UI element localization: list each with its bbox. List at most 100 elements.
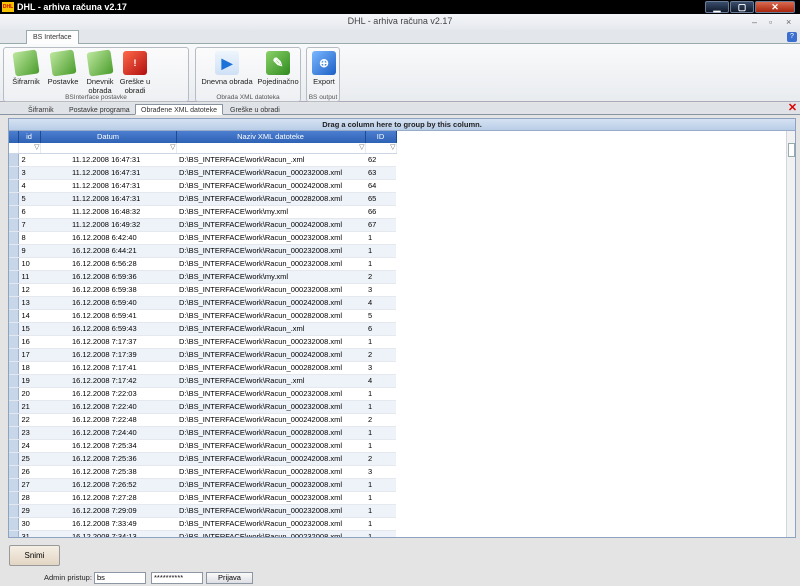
row-selector[interactable] [9,192,19,206]
cell-naziv[interactable]: D:\BS_INTERFACE\work\Racun_000282008.xml [176,361,365,375]
cell-naziv[interactable]: D:\BS_INTERFACE\work\Racun_000232008.xml [176,530,365,537]
cell-naziv[interactable]: D:\BS_INTERFACE\work\Racun_000232008.xml [176,166,365,180]
row-selector[interactable] [9,309,19,323]
cell-datum[interactable]: 11.12.2008 16:48:32 [40,205,176,219]
cell-id2[interactable]: 66 [365,205,396,219]
column-header-datum[interactable]: Datum [40,131,177,143]
table-row[interactable]: 4 11.12.2008 16:47:31 D:\BS_INTERFACE\work… [9,179,396,193]
cell-naziv[interactable]: D:\BS_INTERFACE\work\Racun_000232008.xml [176,439,365,453]
table-row[interactable]: 25 16.12.2008 7:25:36 D:\BS_INTERFACE\work… [9,452,396,466]
cell-datum[interactable]: 11.12.2008 16:47:31 [40,179,176,193]
cell-id[interactable]: 4 [18,179,40,193]
ribbon-minimize-icon[interactable]: – [752,17,757,27]
table-row[interactable]: 26 16.12.2008 7:25:38 D:\BS_INTERFACE\work… [9,465,396,479]
tab-obradjene-xml[interactable]: Obrađene XML datoteke [135,104,224,115]
cell-id2[interactable]: 1 [365,231,396,245]
cell-id2[interactable]: 3 [365,361,396,375]
filter-icon[interactable]: ▽ [18,143,41,154]
cell-datum[interactable]: 16.12.2008 6:59:41 [40,309,176,323]
cell-naziv[interactable]: D:\BS_INTERFACE\work\Racun_.xml [176,322,365,336]
row-selector[interactable] [9,257,19,271]
row-selector[interactable] [9,413,19,427]
row-selector[interactable] [9,530,19,537]
cell-id2[interactable]: 1 [365,387,396,401]
tab-postavke-programa[interactable]: Postavke programa [63,104,136,115]
scroll-thumb[interactable] [788,143,795,157]
cell-id2[interactable]: 1 [365,244,396,258]
table-row[interactable]: 17 16.12.2008 7:17:39 D:\BS_INTERFACE\work… [9,348,396,362]
row-selector[interactable] [9,231,19,245]
table-row[interactable]: 19 16.12.2008 7:17:42 D:\BS_INTERFACE\work… [9,374,396,388]
cell-id[interactable]: 10 [18,257,40,271]
cell-id[interactable]: 26 [18,465,40,479]
cell-id[interactable]: 24 [18,439,40,453]
cell-id2[interactable]: 1 [365,335,396,349]
row-selector[interactable] [9,244,19,258]
filter-icon[interactable]: ▽ [40,143,177,154]
cell-id2[interactable]: 1 [365,478,396,492]
group-by-area[interactable]: Drag a column here to group by this colu… [9,119,795,131]
help-icon[interactable]: ? [787,32,797,42]
cell-id[interactable]: 3 [18,166,40,180]
cell-id2[interactable]: 2 [365,348,396,362]
column-header-naziv[interactable]: Naziv XML datoteke [176,131,366,143]
cell-id2[interactable]: 63 [365,166,396,180]
cell-datum[interactable]: 16.12.2008 6:42:40 [40,231,176,245]
cell-datum[interactable]: 11.12.2008 16:47:31 [40,192,176,206]
cell-id2[interactable]: 65 [365,192,396,206]
table-row[interactable]: 28 16.12.2008 7:27:28 D:\BS_INTERFACE\work… [9,491,396,505]
cell-id[interactable]: 17 [18,348,40,362]
cell-naziv[interactable]: D:\BS_INTERFACE\work\Racun_000232008.xml [176,244,365,258]
table-row[interactable]: 5 11.12.2008 16:47:31 D:\BS_INTERFACE\work… [9,192,396,206]
maximize-button[interactable]: ▢ [730,1,754,13]
row-selector[interactable] [9,426,19,440]
cell-id2[interactable]: 6 [365,322,396,336]
save-button[interactable]: Snimi [9,545,60,566]
cell-datum[interactable]: 16.12.2008 7:17:42 [40,374,176,388]
row-selector[interactable] [9,218,19,232]
cell-datum[interactable]: 16.12.2008 6:59:36 [40,270,176,284]
login-button[interactable]: Prijava [206,572,253,584]
row-selector[interactable] [9,439,19,453]
cell-naziv[interactable]: D:\BS_INTERFACE\work\my.xml [176,205,365,219]
cell-id[interactable]: 11 [18,270,40,284]
row-selector[interactable] [9,361,19,375]
row-selector[interactable] [9,504,19,518]
cell-datum[interactable]: 11.12.2008 16:47:31 [40,153,176,167]
cell-naziv[interactable]: D:\BS_INTERFACE\work\Racun_000232008.xml [176,335,365,349]
column-header-id[interactable]: id [18,131,41,143]
cell-id2[interactable]: 64 [365,179,396,193]
cell-id[interactable]: 16 [18,335,40,349]
cell-naziv[interactable]: D:\BS_INTERFACE\work\Racun_.xml [176,153,365,167]
cell-datum[interactable]: 16.12.2008 6:59:38 [40,283,176,297]
tab-bs-interface[interactable]: BS Interface [26,30,79,44]
postavke-button[interactable]: Postavke [44,49,82,86]
cell-id2[interactable]: 1 [365,517,396,531]
cell-id2[interactable]: 4 [365,374,396,388]
password-input[interactable]: ********** [151,572,203,584]
table-row[interactable]: 6 11.12.2008 16:48:32 D:\BS_INTERFACE\work… [9,205,396,219]
column-header-id2[interactable]: ID [365,131,397,143]
cell-datum[interactable]: 16.12.2008 7:25:34 [40,439,176,453]
filter-icon[interactable]: ▽ [365,143,397,154]
table-row[interactable]: 18 16.12.2008 7:17:41 D:\BS_INTERFACE\work… [9,361,396,375]
cell-id[interactable]: 8 [18,231,40,245]
cell-id[interactable]: 5 [18,192,40,206]
cell-id[interactable]: 6 [18,205,40,219]
row-selector[interactable] [9,400,19,414]
cell-naziv[interactable]: D:\BS_INTERFACE\work\Racun_000232008.xml [176,491,365,505]
cell-id[interactable]: 27 [18,478,40,492]
cell-naziv[interactable]: D:\BS_INTERFACE\work\Racun_000232008.xml [176,504,365,518]
cell-id2[interactable]: 67 [365,218,396,232]
cell-id2[interactable]: 4 [365,296,396,310]
cell-id2[interactable]: 2 [365,452,396,466]
table-row[interactable]: 9 16.12.2008 6:44:21 D:\BS_INTERFACE\work\… [9,244,396,258]
row-selector[interactable] [9,478,19,492]
cell-id[interactable]: 12 [18,283,40,297]
cell-id[interactable]: 9 [18,244,40,258]
cell-naziv[interactable]: D:\BS_INTERFACE\work\Racun_000232008.xml [176,517,365,531]
row-selector[interactable] [9,452,19,466]
cell-id2[interactable]: 5 [365,309,396,323]
cell-id[interactable]: 25 [18,452,40,466]
table-row[interactable]: 13 16.12.2008 6:59:40 D:\BS_INTERFACE\work… [9,296,396,310]
